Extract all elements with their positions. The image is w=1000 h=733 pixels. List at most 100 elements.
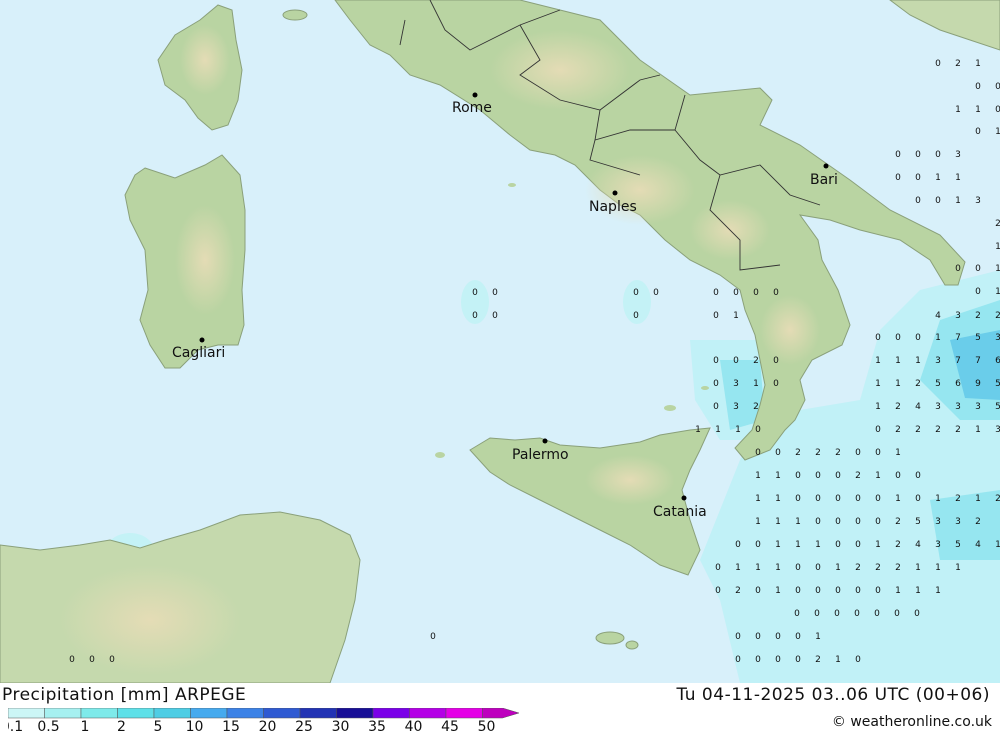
precip-value: 0 xyxy=(69,655,75,665)
precip-value: 1 xyxy=(815,632,821,642)
precip-value: 2 xyxy=(975,517,981,527)
precip-value: 3 xyxy=(995,333,1000,343)
scale-swatch xyxy=(409,708,447,719)
precip-value: 0 xyxy=(472,288,478,298)
precip-value: 2 xyxy=(915,425,921,435)
precip-value: 0 xyxy=(814,609,820,619)
precip-value: 1 xyxy=(955,563,961,573)
scale-label: 1 xyxy=(81,719,90,732)
precip-value: 2 xyxy=(895,540,901,550)
precip-value: 0 xyxy=(795,471,801,481)
precip-value: 0 xyxy=(815,517,821,527)
precip-value: 0 xyxy=(875,494,881,504)
precip-value: 3 xyxy=(935,540,941,550)
precip-value: 6 xyxy=(955,379,961,389)
svg-text:Bari: Bari xyxy=(810,172,838,188)
precip-value: 0 xyxy=(713,379,719,389)
precip-value: 0 xyxy=(633,311,639,321)
precip-value: 1 xyxy=(915,563,921,573)
precip-value: 0 xyxy=(713,356,719,366)
svg-text:Catania: Catania xyxy=(653,504,707,520)
scale-swatch xyxy=(117,708,155,719)
precip-value: 2 xyxy=(955,425,961,435)
precip-value: 0 xyxy=(492,288,498,298)
precip-value: 1 xyxy=(775,471,781,481)
precip-value: 0 xyxy=(795,586,801,596)
precip-value: 2 xyxy=(895,563,901,573)
precip-value: 0 xyxy=(755,655,761,665)
precip-value: 0 xyxy=(755,632,761,642)
precip-value: 1 xyxy=(895,494,901,504)
svg-text:Naples: Naples xyxy=(589,199,637,215)
precip-value: 1 xyxy=(775,586,781,596)
precip-value: 0 xyxy=(794,609,800,619)
precip-value: 0 xyxy=(735,632,741,642)
precip-value: 0 xyxy=(775,448,781,458)
precip-value: 1 xyxy=(995,264,1000,274)
precip-value: 1 xyxy=(775,494,781,504)
precip-value: 3 xyxy=(733,402,739,412)
precip-value: 0 xyxy=(855,586,861,596)
precip-value: 2 xyxy=(975,311,981,321)
precip-value: 0 xyxy=(735,540,741,550)
precip-value: 0 xyxy=(713,311,719,321)
scale-swatch xyxy=(8,708,45,719)
precip-value: 1 xyxy=(835,655,841,665)
precip-value: 1 xyxy=(875,540,881,550)
precip-value: 0 xyxy=(975,287,981,297)
precip-value: 0 xyxy=(875,586,881,596)
precip-value: 0 xyxy=(834,609,840,619)
precip-value: 0 xyxy=(492,311,498,321)
precip-value: 1 xyxy=(733,311,739,321)
precip-value: 3 xyxy=(995,425,1000,435)
precip-value: 1 xyxy=(755,471,761,481)
precip-value: 1 xyxy=(735,563,741,573)
precip-value: 3 xyxy=(935,517,941,527)
precip-value: 4 xyxy=(915,402,921,412)
precip-value: 0 xyxy=(935,59,941,69)
precip-value: 3 xyxy=(955,150,961,160)
precip-value: 2 xyxy=(995,219,1000,229)
precip-value: 0 xyxy=(430,632,436,642)
scale-swatch xyxy=(263,708,301,719)
precip-value: 1 xyxy=(935,563,941,573)
precip-value: 0 xyxy=(773,288,779,298)
precip-value: 0 xyxy=(755,586,761,596)
precip-value: 3 xyxy=(955,402,961,412)
scale-label: 35 xyxy=(368,719,386,732)
precip-value: 1 xyxy=(895,448,901,458)
svg-text:Cagliari: Cagliari xyxy=(172,345,225,361)
precip-value: 1 xyxy=(735,425,741,435)
precip-value: 1 xyxy=(975,425,981,435)
precipitation-map[interactable]: Rome Naples Bari Cagliari Palermo Catani… xyxy=(0,0,1000,683)
svg-text:Palermo: Palermo xyxy=(512,447,569,463)
precip-value: 0 xyxy=(733,356,739,366)
precip-value: 1 xyxy=(755,517,761,527)
precip-value: 0 xyxy=(815,586,821,596)
precip-value: 0 xyxy=(895,333,901,343)
scale-swatch xyxy=(80,708,118,719)
precip-value: 1 xyxy=(935,494,941,504)
precip-value: 0 xyxy=(895,471,901,481)
precip-value: 1 xyxy=(955,173,961,183)
precip-value: 0 xyxy=(955,264,961,274)
precip-value: 0 xyxy=(855,655,861,665)
precip-value: 1 xyxy=(935,333,941,343)
precip-value: 2 xyxy=(935,425,941,435)
precip-value: 0 xyxy=(995,105,1000,115)
precip-value: 0 xyxy=(755,425,761,435)
credit-link[interactable]: © weatheronline.co.uk xyxy=(832,714,992,730)
precip-value: 2 xyxy=(753,402,759,412)
precip-value: 1 xyxy=(795,540,801,550)
precip-value: 0 xyxy=(472,311,478,321)
precip-value: 3 xyxy=(975,196,981,206)
precip-value: 7 xyxy=(955,333,961,343)
precip-value: 0 xyxy=(935,150,941,160)
precip-value: 0 xyxy=(875,333,881,343)
scale-label: 25 xyxy=(295,719,313,732)
scale-label: 45 xyxy=(441,719,459,732)
precip-value: 3 xyxy=(935,356,941,366)
precip-value: 0 xyxy=(795,494,801,504)
precip-value: 0 xyxy=(895,173,901,183)
precip-value: 5 xyxy=(995,379,1000,389)
